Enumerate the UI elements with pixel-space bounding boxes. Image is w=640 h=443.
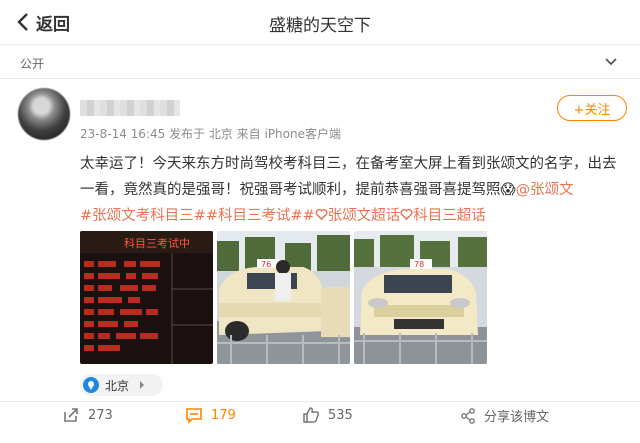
share-label: 分享该博文 xyxy=(484,410,550,425)
avatar[interactable] xyxy=(18,88,70,140)
repost-count: 273 xyxy=(88,407,113,423)
top-bar: 返回 盛糖的天空下 xyxy=(0,0,640,44)
header-divider xyxy=(0,44,640,45)
mention-link[interactable]: @张颂文 xyxy=(516,182,574,198)
supertopic-icon xyxy=(315,208,328,221)
post-image-2[interactable]: 76 xyxy=(217,231,350,364)
comment-count: 179 xyxy=(211,407,236,423)
topic-link[interactable]: #科目三考试# xyxy=(206,208,303,224)
location-pin-icon xyxy=(83,377,99,393)
post-content: 太幸运了！今天来东方时尚驾校考科目三，在备考室大屏上看到张颂文的名字，出去一看，… xyxy=(80,151,620,229)
location-label: 北京 xyxy=(105,378,130,393)
action-bar: 273 179 535 分享该博文 xyxy=(0,402,640,432)
supertopic-icon xyxy=(400,208,413,221)
topic-link[interactable]: #张颂文考科目三# xyxy=(80,208,206,224)
taxi-plate-number: 78 xyxy=(414,260,424,269)
follow-button[interactable]: +关注 xyxy=(557,95,627,121)
screen-title: 科目三考试中 xyxy=(124,236,190,250)
post-image-1[interactable]: 科目三考试中 xyxy=(80,231,213,364)
section-divider xyxy=(0,78,640,79)
chevron-down-icon[interactable] xyxy=(604,55,618,69)
comment-icon xyxy=(186,408,202,424)
visibility-label: 公开 xyxy=(20,57,45,71)
share-button[interactable]: 分享该博文 xyxy=(460,406,549,425)
location-tag[interactable]: 北京 xyxy=(80,374,164,396)
share-icon xyxy=(461,407,475,424)
comment-button[interactable]: 179 xyxy=(185,406,236,424)
like-count: 535 xyxy=(328,407,353,423)
username-blurred[interactable] xyxy=(80,100,180,116)
post-meta: 23-8-14 16:45 发布于 北京 来自 iPhone客户端 xyxy=(80,127,341,141)
thumbs-up-icon xyxy=(303,407,320,423)
like-button[interactable]: 535 xyxy=(302,406,353,424)
topic-link[interactable]: # 张颂文超话 xyxy=(303,208,401,224)
topic-link[interactable]: 科目三超话 xyxy=(400,208,486,224)
taxi-plate-number: 76 xyxy=(261,260,271,269)
post-image-3[interactable]: 78 xyxy=(354,231,487,364)
repost-button[interactable]: 273 xyxy=(62,406,113,424)
page-title: 盛糖的天空下 xyxy=(269,16,371,36)
repost-icon xyxy=(64,408,78,422)
chevron-right-icon xyxy=(140,381,145,389)
